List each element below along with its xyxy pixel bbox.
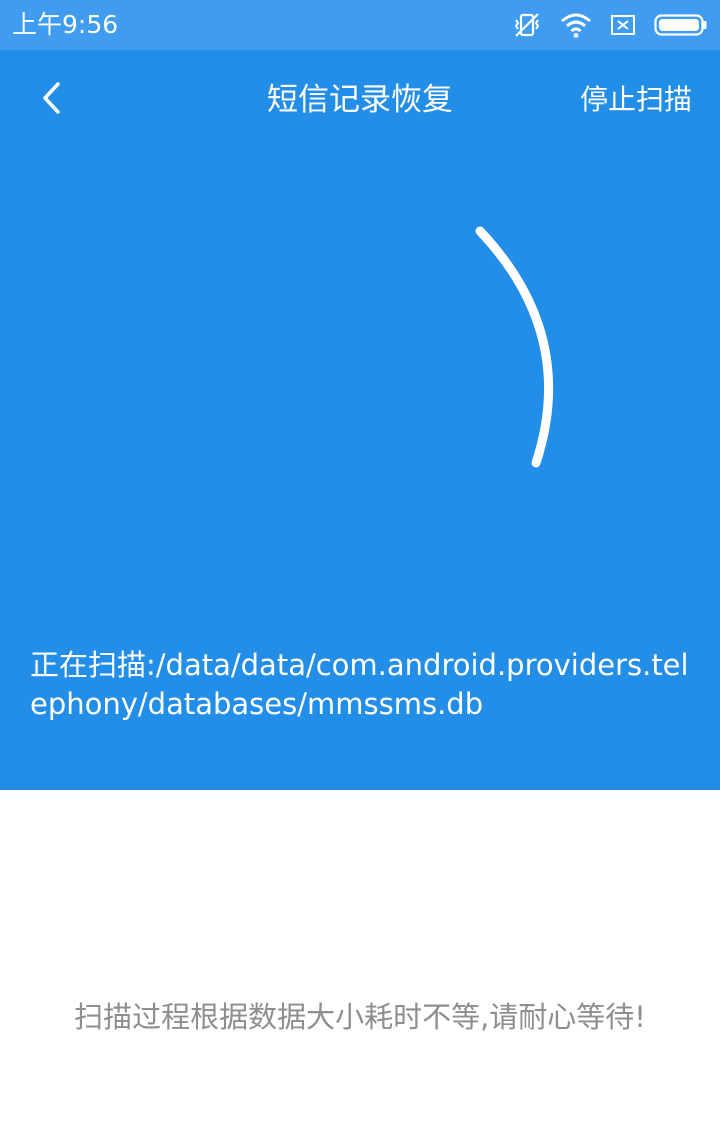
wifi-icon <box>560 11 592 39</box>
page-title: 短信记录恢复 <box>267 82 453 118</box>
status-bar: 上午9:56 <box>0 0 720 50</box>
scan-label: 正在扫描: <box>30 648 156 682</box>
header: 短信记录恢复 停止扫描 <box>0 50 720 150</box>
stop-scan-button[interactable]: 停止扫描 <box>580 78 692 122</box>
scan-path-text: 正在扫描:/data/data/com.android.providers.te… <box>30 646 695 724</box>
chevron-left-icon <box>39 80 63 120</box>
battery-icon <box>654 13 708 37</box>
loading-arc-icon <box>475 226 554 468</box>
scan-panel: 短信记录恢复 停止扫描 正在扫描:/data/data/com.android.… <box>0 50 720 790</box>
status-time: 上午9:56 <box>12 10 119 39</box>
sim-none-icon <box>610 13 636 37</box>
wait-hint: 扫描过程根据数据大小耗时不等,请耐心等待! <box>74 1000 646 1034</box>
vibrate-off-icon <box>512 10 542 40</box>
back-button[interactable] <box>22 70 80 130</box>
status-icons <box>512 10 708 40</box>
